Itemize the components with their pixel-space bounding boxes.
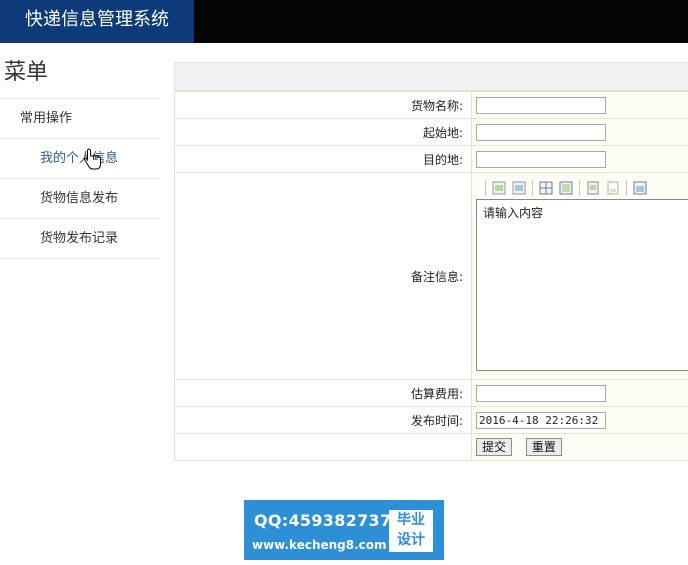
- empty-label-cell: [174, 433, 472, 461]
- menu-item-publish-goods[interactable]: 货物信息发布: [0, 179, 160, 219]
- watermark-banner: QQ:459382737 www.kecheng8.com 毕业 设计: [244, 500, 444, 560]
- publish-time-label: 发布时间:: [174, 406, 472, 434]
- watermark-badge-line1: 毕业: [397, 512, 425, 528]
- watermark-badge: 毕业 设计: [389, 510, 433, 552]
- origin-input[interactable]: [476, 123, 606, 141]
- editor-preview-icon[interactable]: [632, 180, 648, 196]
- watermark-badge-line2: 设计: [397, 532, 425, 548]
- app-title: 快递信息管理系统: [0, 0, 194, 43]
- reset-button[interactable]: 重置: [525, 438, 562, 456]
- editor-page-icon[interactable]: [605, 180, 621, 196]
- toolbar-divider: [485, 180, 486, 196]
- menu-group-common[interactable]: 常用操作: [0, 99, 160, 139]
- menu-title: 菜单: [0, 43, 160, 99]
- remark-editor-area[interactable]: 请输入内容: [476, 199, 688, 371]
- goods-name-label: 货物名称:: [174, 91, 472, 119]
- editor-image-alt-icon[interactable]: [511, 180, 527, 196]
- editor-file-icon[interactable]: [585, 180, 601, 196]
- submit-button[interactable]: 提交: [476, 438, 513, 456]
- toolbar-divider: [626, 180, 627, 196]
- top-header: 快递信息管理系统: [0, 0, 688, 43]
- watermark-qq: QQ:459382737: [254, 511, 392, 530]
- editor-toolbar: [476, 177, 688, 199]
- form-table: 货物名称: 起始地: 目的地: 备注信息: 请输入内容 估算费用: 发布时间: …: [174, 91, 688, 461]
- editor-media-icon[interactable]: [558, 180, 574, 196]
- destination-label: 目的地:: [174, 145, 472, 173]
- toolbar-divider: [579, 180, 580, 196]
- estimated-cost-input[interactable]: [476, 384, 606, 402]
- editor-table-icon[interactable]: [538, 180, 554, 196]
- estimated-cost-label: 估算费用:: [174, 379, 472, 407]
- destination-input[interactable]: [476, 150, 606, 168]
- remark-label: 备注信息:: [174, 172, 472, 380]
- goods-form: 货物名称: 起始地: 目的地: 备注信息: 请输入内容 估算费用: 发布时间: …: [174, 62, 688, 461]
- goods-name-input[interactable]: [476, 96, 606, 114]
- editor-image-icon[interactable]: [491, 180, 507, 196]
- watermark-url: www.kecheng8.com: [252, 538, 387, 552]
- sidebar: 菜单 常用操作 我的个人信息 货物信息发布 货物发布记录: [0, 43, 160, 259]
- publish-time-input[interactable]: [476, 411, 606, 429]
- menu-item-publish-records[interactable]: 货物发布记录: [0, 219, 160, 259]
- form-header-bar: [174, 62, 688, 91]
- menu-item-my-info[interactable]: 我的个人信息: [0, 139, 160, 179]
- pointer-hand-cursor-icon: [84, 148, 101, 170]
- rich-text-editor: 请输入内容: [476, 177, 688, 371]
- toolbar-divider: [532, 180, 533, 196]
- origin-label: 起始地:: [174, 118, 472, 146]
